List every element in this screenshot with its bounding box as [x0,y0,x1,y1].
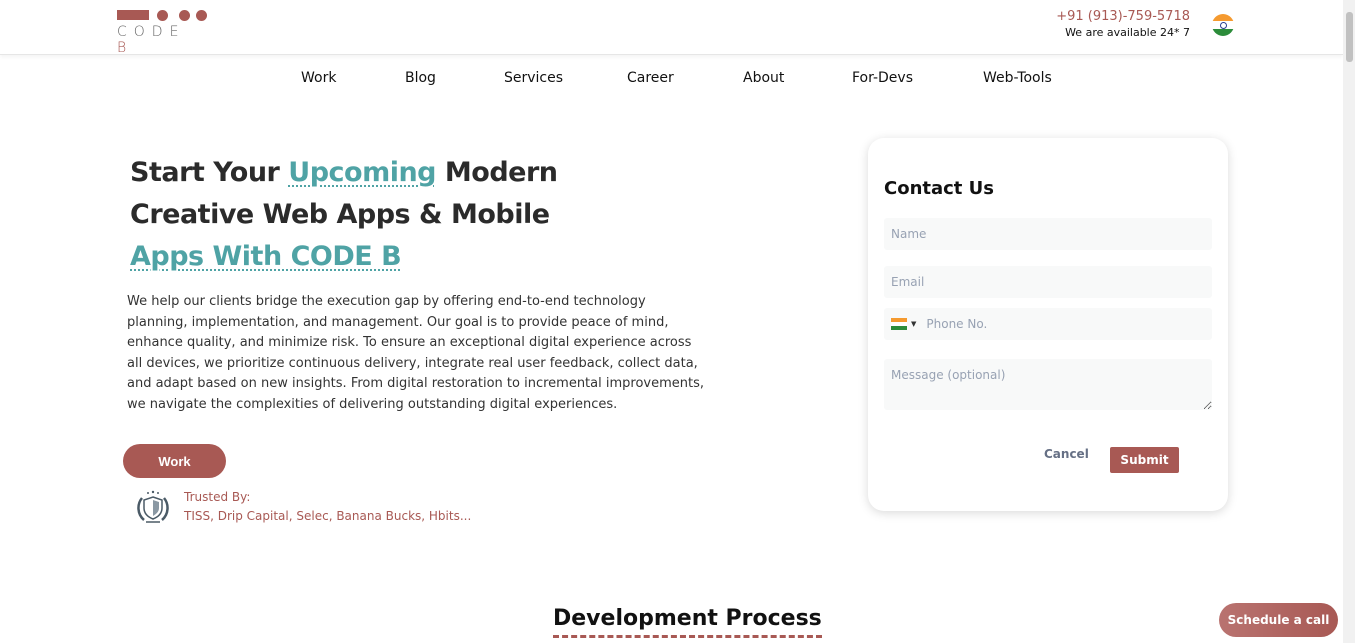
phone-input[interactable] [926,317,1177,331]
logo-bar-shape [117,10,149,20]
nav-item-work[interactable]: Work [301,70,336,86]
nav-item-web-tools[interactable]: Web-Tools [983,70,1052,86]
site-header: CODE B +91 (913)-759-5718 We are availab… [0,0,1343,56]
hero-title-accent-upcoming: Upcoming [288,157,437,188]
hero-title-part2: Modern [436,157,558,188]
submit-button[interactable]: Submit [1110,447,1179,473]
cancel-button[interactable]: Cancel [1044,447,1089,461]
header-phone-link[interactable]: +91 (913)-759-5718 [1056,9,1190,24]
hero-title-line2: Creative Web Apps & Mobile [130,199,550,230]
nav-item-for-devs[interactable]: For-Devs [852,70,913,86]
contact-form-title: Contact Us [884,178,995,199]
nav-item-services[interactable]: Services [504,70,563,86]
logo-text: CODE B [117,24,212,56]
logo-dot-shape [179,10,190,21]
hero-title-accent-codeb: Apps With CODE B [130,241,402,272]
code-b-logo[interactable]: CODE B [117,10,212,56]
hero-description: We help our clients bridge the execution… [127,294,705,412]
trusted-by-list: TISS, Drip Capital, Selec, Banana Bucks,… [184,509,472,523]
scrollbar-thumb[interactable] [1346,12,1353,62]
page-scrollbar[interactable] [1343,0,1355,643]
nav-item-blog[interactable]: Blog [405,70,436,86]
header-contact: +91 (913)-759-5718 We are available 24* … [1056,9,1190,39]
nav-item-career[interactable]: Career [627,70,674,86]
hero-title: Start Your Upcoming Modern Creative Web … [130,152,558,278]
logo-text-main: CODE [117,24,186,40]
laurel-shield-icon [137,490,169,523]
country-dropdown-caret-icon[interactable]: ▼ [911,320,916,328]
india-flag-icon[interactable] [1212,14,1234,36]
name-input[interactable] [884,218,1212,250]
hero-title-part1: Start Your [130,157,289,188]
india-flag-icon[interactable] [891,318,907,330]
contact-form-card: Contact Us ▼ Cancel Submit [868,138,1228,511]
work-button[interactable]: Work [123,444,226,478]
availability-text: We are available 24* 7 [1065,26,1190,39]
schedule-call-button[interactable]: Schedule a call [1219,603,1338,637]
logo-text-accent: B [117,40,134,56]
phone-field: ▼ [884,308,1212,340]
message-textarea[interactable] [884,359,1212,410]
trusted-by-label: Trusted By: [184,490,251,504]
nav-item-about[interactable]: About [743,70,784,86]
logo-dot-shape [157,10,168,21]
email-input[interactable] [884,266,1212,298]
logo-dot-shape [196,10,207,21]
development-process-title: Development Process [553,606,822,638]
